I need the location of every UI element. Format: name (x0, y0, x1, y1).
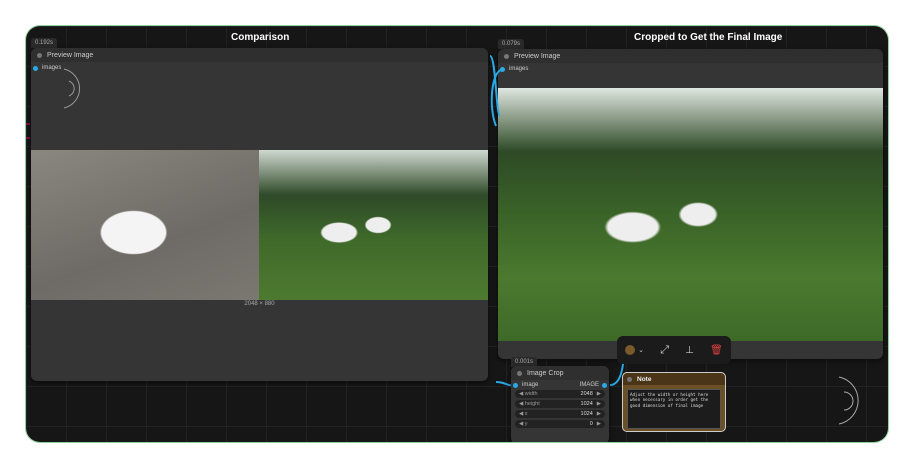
node-title: Image Crop (527, 369, 564, 377)
output-slot-dot[interactable] (602, 382, 607, 388)
image-crop-node[interactable]: Image Crop image IMAGE ◀ width 2048 ▶ ◀ he… (511, 366, 609, 442)
note-node[interactable]: Note Adjust the width or height here whe… (622, 372, 726, 432)
node-links (26, 55, 625, 387)
node-canvas[interactable]: Comparison Cropped to Get the Final Imag… (26, 26, 888, 442)
trash-icon[interactable]: 🗑 (710, 345, 723, 356)
height-widget[interactable]: ◀ height 1024 ▶ (515, 400, 605, 408)
color-picker-button[interactable]: ⌄ (625, 345, 644, 355)
width-widget[interactable]: ◀ width 2048 ▶ (515, 390, 605, 398)
x-widget[interactable]: ◀ x 1024 ▶ (515, 410, 605, 418)
input-label: image (522, 382, 539, 388)
watermark-logo-icon (838, 376, 859, 425)
input-slot-dot[interactable] (513, 382, 518, 388)
note-title: Note (637, 375, 652, 383)
y-widget[interactable]: ◀ y 0 ▶ (515, 420, 605, 428)
pin-icon[interactable]: ⊥ (685, 345, 694, 356)
collapse-dot[interactable] (627, 376, 632, 382)
node-toolbar: ⌄ ⤢ ⊥ 🗑 (617, 336, 731, 364)
output-label: IMAGE (579, 382, 599, 388)
note-text[interactable]: Adjust the width or height here when nec… (627, 389, 721, 429)
collapse-dot[interactable] (517, 370, 522, 376)
bypass-icon[interactable]: ⤢ (660, 344, 669, 357)
